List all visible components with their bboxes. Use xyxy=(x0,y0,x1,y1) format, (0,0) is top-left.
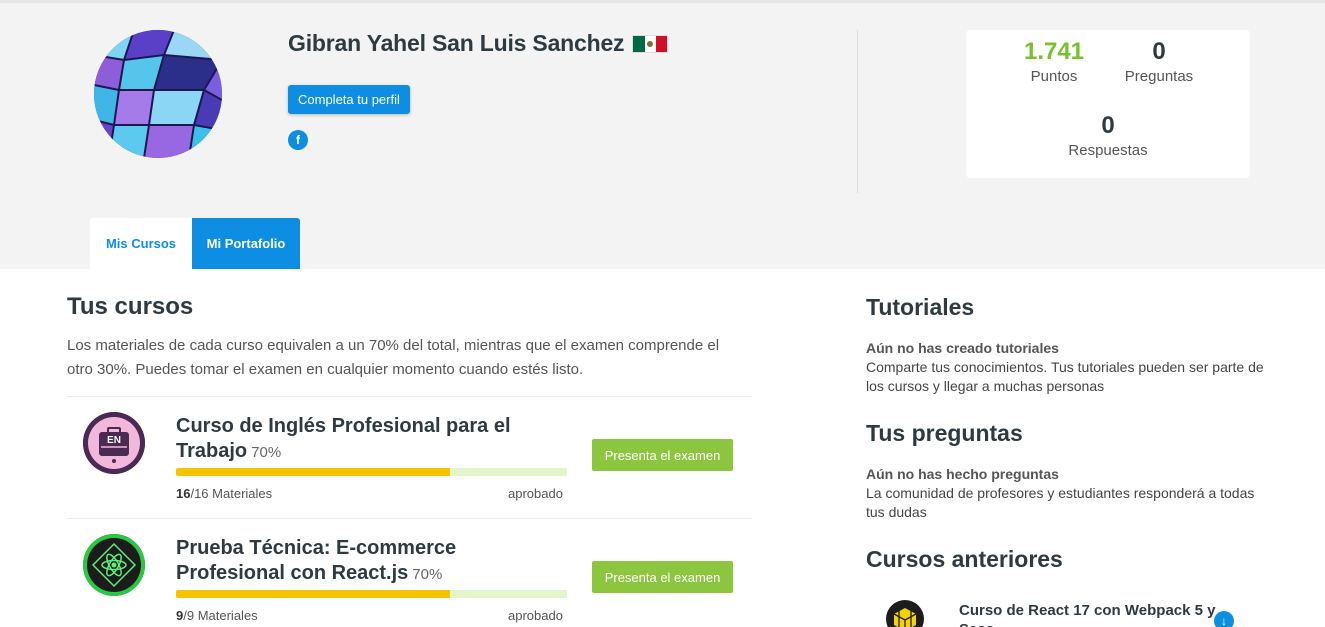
stat-answers: 0 Respuestas xyxy=(1043,112,1173,159)
materials-done: 16 xyxy=(176,486,191,501)
answers-value: 0 xyxy=(1101,112,1115,139)
tutorials-title: Tutoriales xyxy=(866,294,975,320)
questions-title: Tus preguntas xyxy=(866,420,1023,446)
course-materials: 9/9 Materiales xyxy=(176,608,258,623)
materials-total: /16 xyxy=(190,486,209,501)
tab-mi-portafolio[interactable]: Mi Portafolio xyxy=(192,218,300,269)
mexico-flag-icon xyxy=(632,34,669,53)
courses-description: Los materiales de cada curso equivalen a… xyxy=(67,337,720,378)
materials-total: /9 xyxy=(183,608,195,623)
tab-mis-cursos[interactable]: Mis Cursos xyxy=(90,218,192,269)
progress-fill xyxy=(176,468,450,476)
course-title[interactable]: Prueba Técnica: E-commerce Profesional c… xyxy=(176,536,556,587)
course-progress-bar xyxy=(176,468,567,476)
english-badge-text: EN xyxy=(107,435,121,446)
progress-fill xyxy=(176,590,450,598)
course-materials: 16/16 Materiales xyxy=(176,486,272,501)
webpack-icon xyxy=(886,600,924,627)
questions-value: 0 xyxy=(1152,38,1166,65)
download-icon[interactable]: ↓ xyxy=(1214,611,1234,627)
course-status: aprobado xyxy=(508,486,563,501)
row-divider xyxy=(67,518,752,519)
react-badge-icon xyxy=(83,534,145,596)
course-progress-bar xyxy=(176,590,567,598)
materials-label: Materiales xyxy=(197,608,258,623)
header-divider xyxy=(857,30,858,193)
questions-empty-heading: Aún no has hecho preguntas xyxy=(866,466,1059,482)
materials-label: Materiales xyxy=(212,486,273,501)
courses-title: Tus cursos xyxy=(67,293,194,320)
user-name-text: Gibran Yahel San Luis Sanchez xyxy=(288,30,625,56)
previous-courses-title: Cursos anteriores xyxy=(866,546,1063,572)
course-percent: 70% xyxy=(251,444,282,461)
facebook-icon[interactable]: f xyxy=(288,130,308,150)
answers-label: Respuestas xyxy=(1068,142,1148,159)
take-exam-button[interactable]: Presenta el examen xyxy=(592,561,733,593)
tutorials-empty-heading: Aún no has creado tutoriales xyxy=(866,340,1059,356)
user-avatar xyxy=(94,30,222,158)
course-title-text[interactable]: Curso de Inglés Profesional para el Trab… xyxy=(176,415,511,462)
questions-label: Preguntas xyxy=(1124,68,1194,85)
course-percent: 70% xyxy=(412,566,443,583)
tutorials-empty-text: Comparte tus conocimientos. Tus tutorial… xyxy=(866,359,1264,394)
row-divider xyxy=(67,396,752,397)
course-title[interactable]: Curso de Inglés Profesional para el Trab… xyxy=(176,414,556,465)
complete-profile-button[interactable]: Completa tu perfil xyxy=(288,85,410,114)
take-exam-button[interactable]: Presenta el examen xyxy=(592,439,733,471)
questions-empty-text: La comunidad de profesores y estudiantes… xyxy=(866,485,1255,520)
previous-course-title[interactable]: Curso de React 17 con Webpack 5 y Sass xyxy=(959,601,1219,627)
english-badge-icon: EN xyxy=(83,412,145,474)
stat-questions: 0 Preguntas xyxy=(1094,38,1224,85)
user-name: Gibran Yahel San Luis Sanchez xyxy=(288,30,669,57)
course-status: aprobado xyxy=(508,608,563,623)
